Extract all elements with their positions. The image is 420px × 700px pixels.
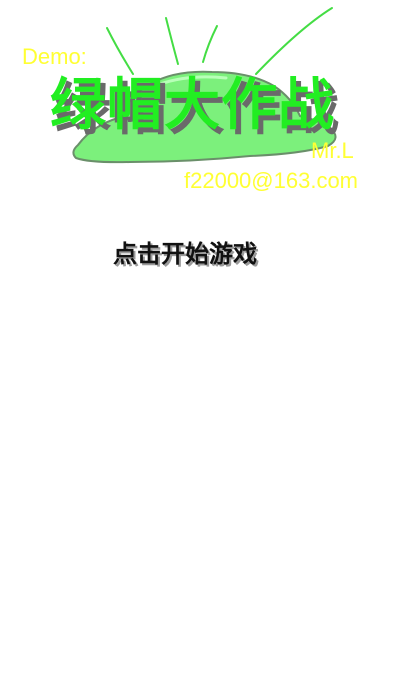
start-game-button[interactable]: 点击开始游戏 xyxy=(113,240,257,269)
author-email: f22000@163.com xyxy=(184,168,359,193)
demo-label: Demo: xyxy=(22,44,87,69)
author-name: Mr.L xyxy=(311,138,354,163)
game-title: 绿帽大作战 xyxy=(50,73,335,138)
hat-rays xyxy=(106,7,333,75)
